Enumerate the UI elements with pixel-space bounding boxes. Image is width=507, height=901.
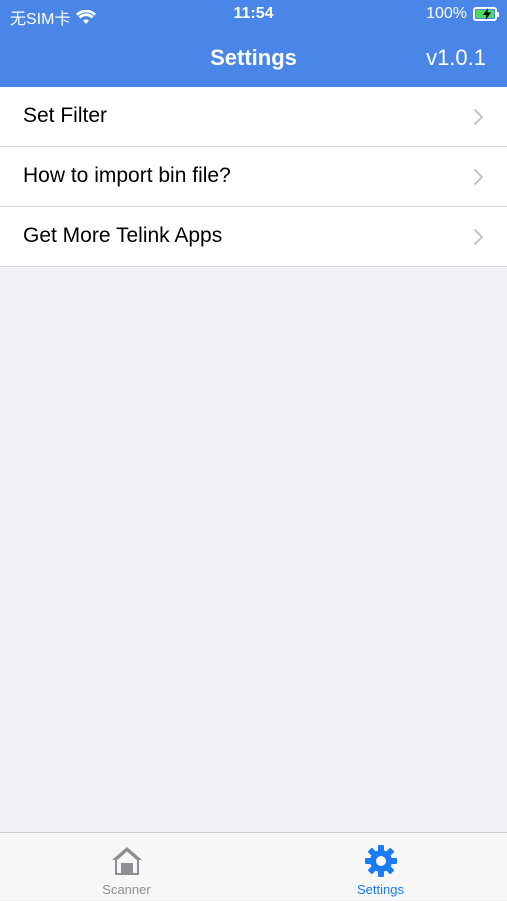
status-right: 100% bbox=[426, 5, 499, 23]
chevron-right-icon bbox=[474, 169, 483, 185]
tab-label: Settings bbox=[357, 882, 404, 897]
settings-list: Set Filter How to import bin file? Get M… bbox=[0, 87, 507, 267]
settings-item-label: Get More Telink Apps bbox=[23, 224, 223, 247]
status-bar: 无SIM卡 11:54 100% bbox=[0, 0, 507, 30]
charging-icon bbox=[483, 8, 491, 20]
battery-percentage: 100% bbox=[426, 5, 467, 22]
settings-item-label: How to import bin file? bbox=[23, 164, 231, 187]
chevron-right-icon bbox=[474, 109, 483, 125]
battery-icon bbox=[473, 7, 499, 21]
settings-item-label: Set Filter bbox=[23, 104, 108, 127]
tab-label: Scanner bbox=[102, 882, 151, 897]
settings-item-set-filter[interactable]: Set Filter bbox=[0, 87, 507, 147]
gear-icon bbox=[364, 845, 397, 877]
version-label: v1.0.1 bbox=[426, 45, 486, 70]
settings-item-more-apps[interactable]: Get More Telink Apps bbox=[0, 207, 507, 267]
settings-item-import-bin[interactable]: How to import bin file? bbox=[0, 147, 507, 207]
tab-bar: Scanner Settings bbox=[0, 832, 507, 900]
app-header: 无SIM卡 11:54 100% Settings v1.0.1 bbox=[0, 0, 507, 87]
tab-scanner[interactable]: Scanner bbox=[0, 833, 253, 901]
home-icon bbox=[111, 847, 142, 875]
chevron-right-icon bbox=[474, 229, 483, 245]
tab-settings[interactable]: Settings bbox=[254, 833, 507, 901]
